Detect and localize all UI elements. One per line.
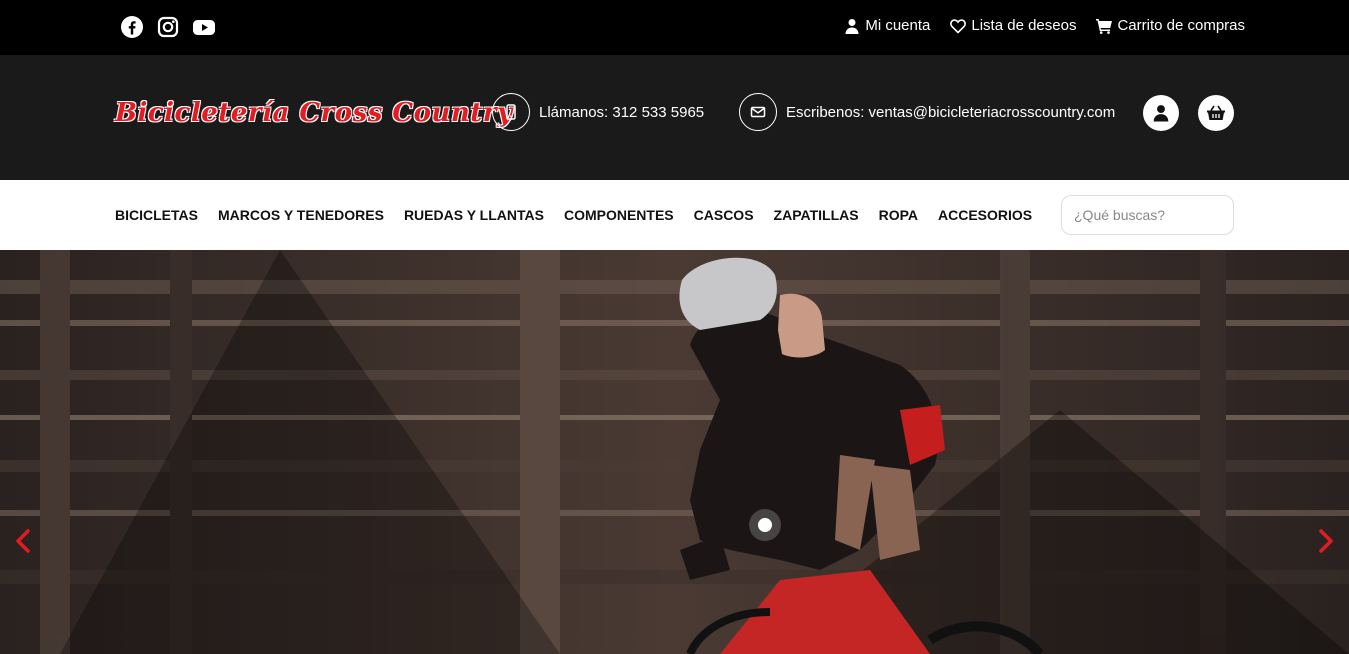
social-links bbox=[120, 15, 216, 39]
email-contact[interactable]: Escribenos: ventas@bicicleteriacrosscoun… bbox=[739, 93, 1115, 131]
phone-contact[interactable]: Llámanos: 312 533 5965 bbox=[492, 93, 704, 131]
nav-item-zapatillas[interactable]: ZAPATILLAS bbox=[774, 207, 859, 223]
phone-label: Llámanos: 312 533 5965 bbox=[539, 103, 705, 121]
youtube-icon[interactable] bbox=[192, 15, 216, 39]
top-nav: Mi cuenta Lista de deseos Carrito de com… bbox=[844, 17, 1245, 34]
wishlist-label: Lista de deseos bbox=[971, 17, 1077, 34]
nav-item-ruedas-y-llantas[interactable]: RUEDAS Y LLANTAS bbox=[404, 207, 544, 223]
user-icon bbox=[1153, 105, 1169, 122]
basket-button[interactable] bbox=[1198, 95, 1234, 131]
slider-prev-button[interactable] bbox=[13, 528, 33, 554]
shopping-cart-label: Carrito de compras bbox=[1117, 17, 1245, 34]
mobile-phone-icon bbox=[492, 93, 530, 131]
instagram-icon[interactable] bbox=[156, 15, 180, 39]
main-nav: BICICLETAS MARCOS Y TENEDORES RUEDAS Y L… bbox=[0, 180, 1349, 250]
hero-image bbox=[0, 250, 1349, 654]
nav-item-marcos-y-tenedores[interactable]: MARCOS Y TENEDORES bbox=[218, 207, 384, 223]
email-label: Escribenos: ventas@bicicleteriacrosscoun… bbox=[786, 103, 1116, 121]
hero-slider bbox=[0, 250, 1349, 654]
chevron-right-icon bbox=[1319, 529, 1333, 553]
wishlist-link[interactable]: Lista de deseos bbox=[950, 17, 1076, 34]
chevron-left-icon bbox=[16, 529, 30, 553]
header: Bicicletería Cross Country Llámanos: 312… bbox=[0, 55, 1349, 180]
user-icon bbox=[845, 18, 859, 34]
account-button[interactable] bbox=[1143, 95, 1179, 131]
cart-icon bbox=[1096, 18, 1113, 34]
top-bar: Mi cuenta Lista de deseos Carrito de com… bbox=[0, 0, 1349, 55]
envelope-icon bbox=[739, 93, 777, 131]
basket-icon bbox=[1207, 105, 1225, 120]
shopping-cart-link[interactable]: Carrito de compras bbox=[1096, 17, 1245, 34]
nav-item-cascos[interactable]: CASCOS bbox=[694, 207, 754, 223]
my-account-label: Mi cuenta bbox=[865, 17, 931, 34]
logo[interactable]: Bicicletería Cross Country bbox=[115, 98, 513, 128]
search-input[interactable] bbox=[1061, 195, 1234, 235]
my-account-link[interactable]: Mi cuenta bbox=[844, 17, 930, 34]
category-menu: BICICLETAS MARCOS Y TENEDORES RUEDAS Y L… bbox=[115, 207, 1032, 223]
nav-item-ropa[interactable]: ROPA bbox=[879, 207, 918, 223]
nav-item-accesorios[interactable]: ACCESORIOS bbox=[938, 207, 1032, 223]
heart-icon bbox=[950, 18, 967, 34]
nav-item-bicicletas[interactable]: BICICLETAS bbox=[115, 207, 198, 223]
nav-item-componentes[interactable]: COMPONENTES bbox=[564, 207, 674, 223]
slider-next-button[interactable] bbox=[1316, 528, 1336, 554]
facebook-icon[interactable] bbox=[120, 15, 144, 39]
